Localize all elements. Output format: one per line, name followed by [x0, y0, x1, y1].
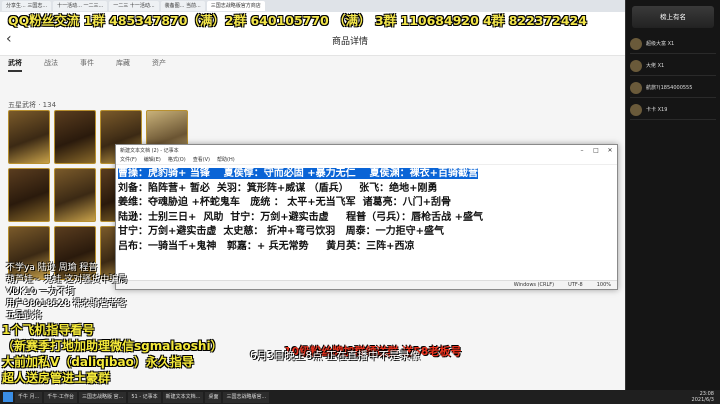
- clock-date: 2021/6/3: [691, 397, 714, 403]
- text-line-selected: 曹操：虎豹骑+ 当锋 夏侯惇：守而必固 +暴力无仁 夏侯渊：裸衣+百骑截营: [118, 168, 478, 179]
- maximize-icon[interactable]: □: [589, 147, 603, 154]
- status-line-ending: Windows (CRLF): [513, 282, 555, 288]
- hero-card[interactable]: [8, 168, 50, 222]
- taskbar-item[interactable]: 三国志战略版官...: [223, 391, 270, 403]
- taskbar-clock[interactable]: 23:08 2021/6/3: [692, 391, 720, 403]
- leaderboard-item[interactable]: 超级大富 X1: [630, 34, 716, 54]
- taskbar-item[interactable]: 桌面: [205, 391, 222, 403]
- leaderboard-item[interactable]: 航旅?(1854000555: [630, 78, 716, 98]
- text-line: 陆逊：士别三日+ 风助 甘宁：万剑+避实击虚 程普（弓兵）：唇枪舌战 +盛气: [118, 211, 483, 223]
- notepad-title: 新建文本文档 (2) - 记事本: [120, 148, 179, 154]
- leaderboard-item[interactable]: 卡卡 X19: [630, 100, 716, 120]
- page-title: 商品详情: [331, 37, 368, 47]
- chat-line: 不学ya 陆逊 周瑜 程普: [6, 263, 98, 273]
- category-tabs: 武将 战法 事件 库藏 资产: [8, 58, 166, 72]
- hero-card[interactable]: [54, 110, 96, 164]
- taskbar-item[interactable]: 千牛 月...: [15, 391, 43, 403]
- taskbar-item[interactable]: 新建文本文档...: [162, 391, 204, 403]
- live-notice: 6月3日晚上8点 正在直播中不是录像: [250, 350, 421, 362]
- menu-view[interactable]: 查看(V): [193, 156, 210, 164]
- chat-line: 葫芦娃~ 鬼蛙 这对骚货中骗局: [6, 275, 128, 285]
- promo-line: 大前加私V（daliqibao）永久指导: [2, 355, 194, 369]
- taskbar-item[interactable]: 三国志战略版 官...: [78, 391, 127, 403]
- stream-overlay: 不学ya 陆逊 周瑜 程普 葫芦娃~ 鬼蛙 这对骚货中骗局 VDK10 一力不打…: [2, 262, 223, 386]
- tab-tactics[interactable]: 战法: [44, 58, 58, 72]
- text-line: 姜维：夺魂胁迫 +杯蛇鬼车 庞统 ： 太平+无当飞军 诸葛亮：八门+刮骨: [118, 197, 451, 208]
- taskbar-item[interactable]: 千牛·工作台: [44, 391, 77, 403]
- promo-line: 1个飞机指导看号: [2, 323, 95, 337]
- chat-line: 五星武将: [6, 311, 43, 321]
- tab-events[interactable]: 事件: [80, 58, 94, 72]
- promo-line: 超人送房管进土豪群: [2, 371, 111, 385]
- leaderboard-name: 卡卡 X19: [646, 107, 668, 113]
- avatar: [630, 37, 642, 50]
- hero-card[interactable]: [54, 168, 96, 222]
- tab-assets[interactable]: 资产: [152, 58, 166, 72]
- windows-start-icon[interactable]: [3, 392, 13, 402]
- avatar: [630, 59, 642, 72]
- text-line: 吕布：一骑当千+鬼神 郭嘉：+ 兵无常势 黄月英：三阵+西凉: [118, 240, 415, 252]
- hero-card[interactable]: [8, 110, 50, 164]
- notepad-menubar: 文件(F) 编辑(E) 格式(O) 查看(V) 帮助(H): [116, 156, 617, 165]
- status-zoom: 100%: [596, 282, 611, 288]
- avatar: [630, 103, 642, 116]
- tab-generals[interactable]: 武将: [8, 58, 22, 72]
- promo-line: （新赛季打地加助理微信sgmalaoshi）: [2, 339, 223, 353]
- leaderboard-panel: 榜上有名 超级大富 X1 大佬 X1 航旅?(1854000555 卡卡 X19: [625, 0, 720, 390]
- tab-storage[interactable]: 库藏: [116, 58, 130, 72]
- menu-help[interactable]: 帮助(H): [217, 156, 235, 164]
- menu-edit[interactable]: 编辑(E): [144, 156, 161, 164]
- text-line: 刘备：陷阵营+ 暂必 关羽：箕形阵+威谋 （盾兵） 张飞：绝地+刚勇: [118, 182, 438, 194]
- five-star-heroes-title: 五星武将 · 134: [8, 101, 57, 109]
- taskbar: 千牛 月... 千牛·工作台 三国志战略版 官... 51 - 记事本 新建文本…: [0, 390, 720, 404]
- qq-group-banner: QQ粉丝交流 1群 485347870（满）2群 640105770 （满） 3…: [8, 13, 587, 28]
- leaderboard-name: 航旅?(1854000555: [646, 85, 693, 91]
- status-encoding: UTF-8: [568, 282, 583, 288]
- notepad-titlebar[interactable]: 新建文本文档 (2) - 记事本 – □ ✕: [116, 145, 617, 156]
- close-icon[interactable]: ✕: [603, 147, 617, 154]
- chat-line: VDK10 一力不打: [6, 287, 76, 297]
- text-line: 甘宁：万剑+避实击虚 太史慈： 折冲+弯弓饮羽 周泰：一力拒守+盛气: [118, 226, 445, 237]
- taskbar-item[interactable]: 51 - 记事本: [128, 391, 161, 403]
- leaderboard-name: 大佬 X1: [646, 63, 665, 69]
- leaderboard-item[interactable]: 大佬 X1: [630, 56, 716, 76]
- menu-file[interactable]: 文件(F): [120, 156, 137, 164]
- chat-line: 用户38018528 裸衣骑营者客: [6, 299, 127, 309]
- minimize-icon[interactable]: –: [575, 147, 589, 154]
- menu-format[interactable]: 格式(O): [168, 156, 186, 164]
- leaderboard-name: 超级大富 X1: [646, 41, 675, 47]
- avatar: [630, 81, 642, 94]
- leaderboard-title: 榜上有名: [632, 6, 714, 28]
